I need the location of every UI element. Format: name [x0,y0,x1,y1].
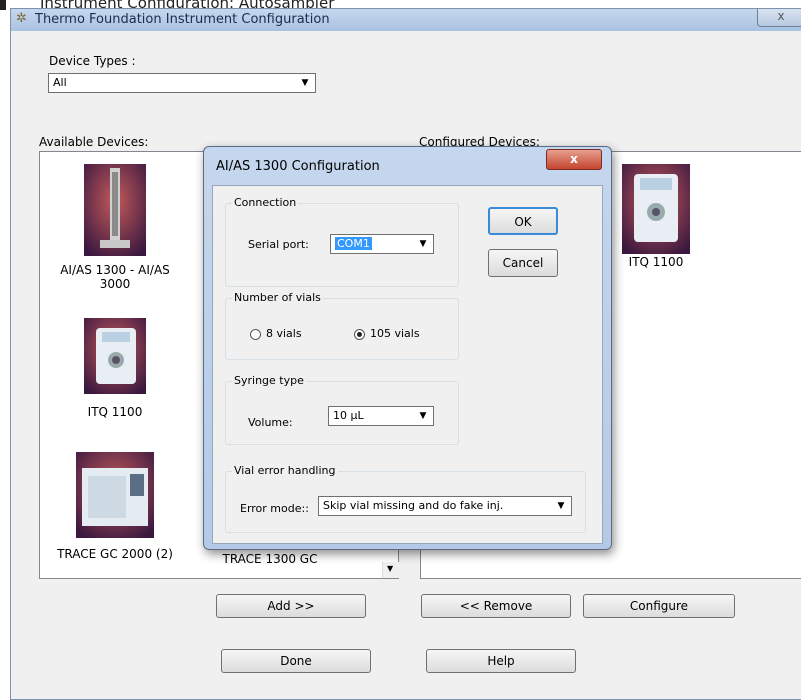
gas-chromatograph-icon [76,452,154,538]
mass-spectrometer-icon [84,318,146,394]
app-gear-icon: ✲ [16,11,27,26]
scroll-down-icon: ▼ [387,564,394,573]
ok-button[interactable]: OK [488,207,558,235]
device-label: ITQ 1100 [87,405,143,419]
error-legend: Vial error handling [232,464,338,477]
configure-button[interactable]: Configure [583,594,735,618]
remove-button[interactable]: << Remove [421,594,571,618]
device-label: TRACE 1300 GC [222,552,318,566]
done-button[interactable]: Done [221,649,371,673]
scroll-down-button[interactable]: ▼ [382,562,399,578]
connection-group: Connection Serial port: COM1 ▼ [225,196,459,287]
error-group: Vial error handling Error mode:: Skip vi… [225,464,586,533]
serial-port-value: COM1 [335,237,372,250]
device-item[interactable]: TRACE 1300 GC [210,552,330,566]
cancel-button[interactable]: Cancel [488,249,558,277]
serial-port-label: Serial port: [248,238,309,251]
device-types-select[interactable]: All ▼ [48,73,316,93]
vials-legend: Number of vials [232,291,323,304]
config-dialog: AI/AS 1300 Configuration x Connection Se… [203,146,612,550]
title-bar: ✲ Thermo Foundation Instrument Configura… [11,9,801,31]
vials-group: Number of vials 8 vials 105 vials [225,291,459,360]
available-devices-label: Available Devices: [39,135,149,149]
dialog-title: AI/AS 1300 Configuration [216,159,380,174]
syringe-group: Syringe type Volume: 10 µL ▼ [225,374,459,445]
device-item[interactable]: ITQ 1100 [50,318,180,419]
window-title: Thermo Foundation Instrument Configurati… [35,12,330,27]
bullet-marker [0,0,6,10]
volume-select[interactable]: 10 µL ▼ [328,406,434,426]
mass-spectrometer-icon [622,164,690,254]
connection-legend: Connection [232,196,299,209]
window-close-button[interactable]: x [757,9,801,27]
device-item[interactable]: ITQ 1100 [611,164,701,269]
add-button[interactable]: Add >> [216,594,366,618]
dialog-close-button[interactable]: x [546,149,602,170]
device-types-value: All [53,76,67,89]
radio-105-vials-label: 105 vials [370,327,420,340]
chevron-down-icon: ▼ [419,239,427,249]
error-mode-label: Error mode:: [240,502,309,515]
help-button[interactable]: Help [426,649,576,673]
device-label: ITQ 1100 [628,255,684,269]
chevron-down-icon: ▼ [557,501,565,511]
syringe-legend: Syringe type [232,374,306,387]
error-mode-value: Skip vial missing and do fake inj. [323,499,504,512]
radio-8-vials[interactable] [250,329,261,340]
device-item[interactable]: TRACE GC 2000 (2) [50,452,180,561]
device-label: AI/AS 1300 - AI/AS 3000 [60,263,170,291]
serial-port-select[interactable]: COM1 ▼ [330,234,434,254]
radio-105-vials[interactable] [354,329,365,340]
volume-label: Volume: [248,416,293,429]
chevron-down-icon: ▼ [301,78,309,88]
device-label: TRACE GC 2000 (2) [57,547,173,561]
volume-value: 10 µL [333,409,364,422]
device-types-label: Device Types : [49,54,136,68]
dialog-client: Connection Serial port: COM1 ▼ OK Cancel… [212,185,603,544]
error-mode-select[interactable]: Skip vial missing and do fake inj. ▼ [318,496,572,516]
radio-8-vials-label: 8 vials [266,327,302,340]
autosampler-icon [84,164,146,256]
chevron-down-icon: ▼ [419,411,427,421]
device-item[interactable]: AI/AS 1300 - AI/AS 3000 [50,164,180,291]
